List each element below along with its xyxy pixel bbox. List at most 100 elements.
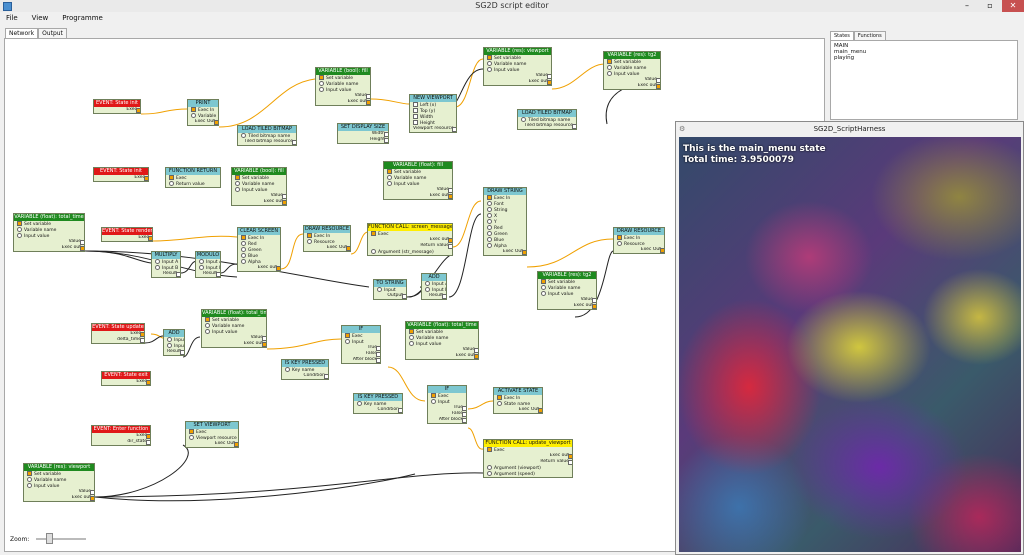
node-fnret[interactable]: FUNCTION RETURN Exec Return value	[165, 167, 221, 188]
pin-icon[interactable]	[413, 102, 418, 107]
node-title[interactable]: VARIABLE (res): viewport	[484, 48, 551, 55]
pin-icon[interactable]	[656, 84, 660, 89]
node-vartt3[interactable]: VARIABLE (float): total_time Set variable…	[405, 321, 479, 360]
pin-icon[interactable]	[80, 246, 84, 251]
node-drawres2[interactable]: DRAW RESOURCE Exec In Resource Exec Out	[613, 227, 665, 254]
pin-icon[interactable]	[431, 399, 436, 404]
pin-icon[interactable]	[487, 243, 492, 248]
pin-icon[interactable]	[241, 253, 246, 258]
pin-icon[interactable]	[660, 248, 664, 253]
pin-icon[interactable]	[167, 337, 172, 342]
tab-functions[interactable]: Functions	[853, 31, 886, 40]
node-ev6[interactable]: EVENT: Enter function Exec dir_state	[91, 425, 151, 446]
tab-network[interactable]: Network	[5, 28, 39, 38]
node-drawstr[interactable]: DRAW STRING Exec In Font String X Y Red Green Bl…	[483, 187, 527, 256]
node-varvp[interactable]: VARIABLE (res): viewport Set variable Vari…	[483, 47, 552, 86]
pin-icon[interactable]	[216, 272, 220, 277]
node-add1[interactable]: ADDInput AInput BResult	[421, 273, 447, 300]
node-vartt2[interactable]: VARIABLE (float): total_time Set variable…	[201, 309, 267, 348]
node-loadtb1[interactable]: LOAD TILED BITMAP Tiled bitmap name Tiled …	[237, 125, 297, 146]
pin-icon[interactable]	[140, 338, 144, 343]
pin-icon[interactable]	[487, 213, 492, 218]
node-keyp2[interactable]: IS KEY PRESSED Key name Condition	[353, 393, 403, 414]
node-title[interactable]: EVENT: State render	[102, 228, 152, 235]
node-title[interactable]: EVENT: State update	[92, 324, 144, 331]
pin-icon[interactable]	[538, 408, 542, 413]
pin-icon[interactable]	[366, 100, 370, 105]
pin-icon[interactable]	[487, 237, 492, 242]
node-fncall1[interactable]: FUNCTION CALL: screen_message Exec Exec ou…	[367, 223, 453, 256]
pin-icon[interactable]	[413, 120, 418, 125]
pin-icon[interactable]	[241, 259, 246, 264]
node-loadtb2[interactable]: LOAD TILED BITMAP Tiled bitmap name Tiled …	[517, 109, 577, 130]
pin-icon[interactable]	[319, 87, 324, 92]
zoom-slider-thumb[interactable]	[46, 533, 53, 544]
pin-icon[interactable]	[474, 354, 478, 359]
pin-icon[interactable]	[241, 133, 246, 138]
node-var3[interactable]: VARIABLE (bool): fill Set variable Variabl…	[231, 167, 287, 206]
tab-output[interactable]: Output	[38, 28, 67, 38]
close-button[interactable]: ✕	[1002, 0, 1024, 12]
node-print[interactable]: PRINT Exec In Variable Exec Out	[187, 99, 219, 126]
node-title[interactable]: ADD	[422, 274, 446, 281]
pin-icon[interactable]	[282, 200, 286, 205]
node-title[interactable]: EVENT: Enter function	[92, 426, 150, 433]
node-title[interactable]: IF	[342, 326, 380, 333]
pin-icon[interactable]	[17, 227, 22, 232]
menu-file[interactable]: File	[0, 12, 24, 22]
node-title[interactable]: NEW VIEWPORT	[410, 95, 456, 102]
pin-icon[interactable]	[189, 429, 194, 434]
pin-icon[interactable]	[607, 65, 612, 70]
pin-icon[interactable]	[234, 442, 238, 447]
pin-icon[interactable]	[497, 395, 502, 400]
node-title[interactable]: FUNCTION CALL: update_viewport	[484, 440, 572, 447]
node-if2[interactable]: IF Exec Input True False After block	[427, 385, 467, 424]
pin-icon[interactable]	[398, 408, 402, 413]
pin-icon[interactable]	[387, 181, 392, 186]
pin-icon[interactable]	[487, 471, 492, 476]
pin-icon[interactable]	[262, 342, 266, 347]
pin-icon[interactable]	[346, 246, 350, 251]
pin-icon[interactable]	[387, 169, 392, 174]
pin-icon[interactable]	[214, 120, 218, 125]
node-vartt[interactable]: VARIABLE (float): total_time Set variable…	[13, 213, 85, 252]
pin-icon[interactable]	[155, 265, 160, 270]
pin-icon[interactable]	[541, 285, 546, 290]
pin-icon[interactable]	[27, 471, 32, 476]
pin-icon[interactable]	[487, 465, 492, 470]
node-title[interactable]: VARIABLE (float): total_time	[202, 310, 266, 317]
pin-icon[interactable]	[319, 75, 324, 80]
node-if1[interactable]: IF Exec Input True False After block	[341, 325, 381, 364]
node-ev3[interactable]: EVENT: State render Exec	[101, 227, 153, 242]
pin-icon[interactable]	[387, 175, 392, 180]
node-title[interactable]: VARIABLE (float): total_time	[406, 322, 478, 329]
node-title[interactable]: EVENT: State init	[94, 100, 140, 107]
pin-icon[interactable]	[169, 181, 174, 186]
pin-icon[interactable]	[547, 80, 551, 85]
node-title[interactable]: LOAD TILED BITMAP	[518, 110, 576, 117]
pin-icon[interactable]	[148, 236, 152, 241]
node-title[interactable]: MODULO	[196, 252, 220, 259]
pin-icon[interactable]	[146, 380, 150, 385]
pin-icon[interactable]	[191, 113, 196, 118]
node-actstate[interactable]: ACTIVATE STATE Exec In State name Exec Out	[493, 387, 543, 414]
node-tostr[interactable]: TO STRING Input Output	[373, 279, 407, 300]
pin-icon[interactable]	[189, 435, 194, 440]
pin-icon[interactable]	[324, 374, 328, 379]
node-title[interactable]: VARIABLE (bool): fill	[232, 168, 286, 175]
node-title[interactable]: IS KEY PRESSED	[354, 394, 402, 401]
node-setdisp[interactable]: SET DISPLAY SIZE Width Height	[337, 123, 389, 144]
node-title[interactable]: DRAW RESOURCE	[304, 226, 350, 233]
maximize-button[interactable]: ▫	[979, 0, 1001, 12]
node-title[interactable]: FUNCTION RETURN	[166, 168, 220, 175]
node-var1[interactable]: VARIABLE (bool): fill Set variable Variabl…	[315, 67, 371, 106]
pin-icon[interactable]	[487, 207, 492, 212]
pin-icon[interactable]	[241, 241, 246, 246]
node-ev5[interactable]: EVENT: State exit Exec	[101, 371, 151, 386]
pin-icon[interactable]	[27, 483, 32, 488]
node-title[interactable]: VARIABLE (float): total_time	[14, 214, 84, 221]
pin-icon[interactable]	[487, 201, 492, 206]
pin-icon[interactable]	[235, 175, 240, 180]
pin-icon[interactable]	[241, 235, 246, 240]
pin-icon[interactable]	[541, 279, 546, 284]
